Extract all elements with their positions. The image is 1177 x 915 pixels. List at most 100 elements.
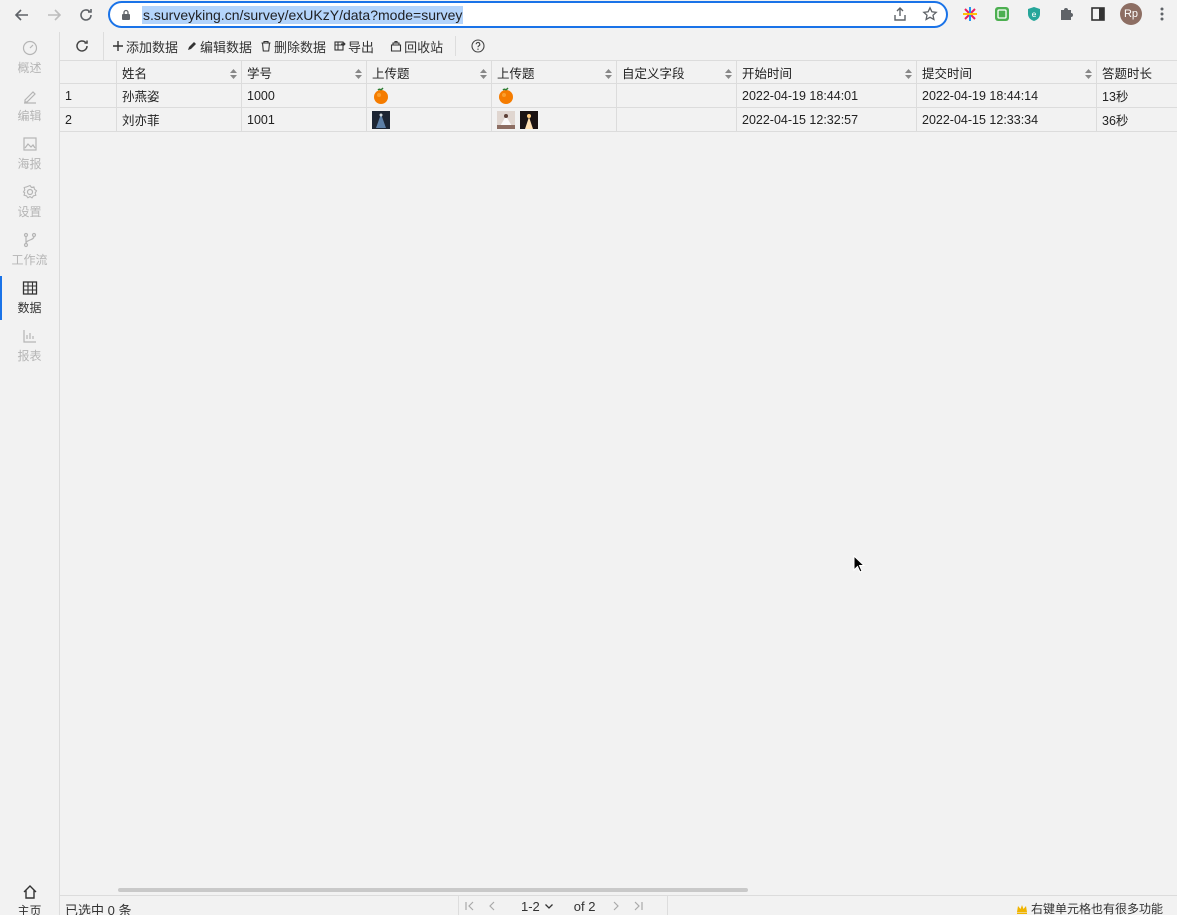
orange-thumbnail[interactable] [372,86,390,105]
cell-student-id[interactable]: 1000 [242,84,367,107]
star-icon[interactable] [922,6,938,22]
context-menu-tip: 右键单元格也有很多功能 [1016,900,1163,915]
tip-text: 右键单元格也有很多功能 [1030,902,1163,915]
last-page-button[interactable] [627,901,649,911]
cell-start-time[interactable]: 2022-04-19 18:44:01 [737,84,917,107]
plus-icon [113,41,123,51]
cell-name[interactable]: 刘亦菲 [117,108,242,131]
table-row[interactable]: 1 孙燕姿 1000 2022-04-19 18:44:01 2022-04-1… [60,84,1177,108]
sidebar-item-settings[interactable]: 设置 [0,180,59,224]
cell-start-time[interactable]: 2022-04-15 12:32:57 [737,108,917,131]
export-button[interactable]: 导出 [334,37,374,56]
pencil-icon [188,42,197,50]
cell-upload-2[interactable] [492,84,617,107]
table-icon [22,281,37,295]
header-upload-2[interactable]: 上传题 [492,61,617,83]
address-bar[interactable]: s.surveyking.cn/survey/exUKzY/data?mode=… [108,1,948,28]
green-extension-icon[interactable] [992,4,1012,24]
header-name[interactable]: 姓名 [117,61,242,83]
sort-icon[interactable] [1085,69,1092,79]
photo-thumbnail[interactable] [520,110,538,129]
sort-icon[interactable] [230,69,237,79]
sort-icon[interactable] [355,69,362,79]
chevron-right-icon [614,901,620,911]
sidepanel-icon[interactable] [1088,4,1108,24]
header-label: 自定义字段 [622,66,685,81]
home-icon [23,885,36,899]
image-icon [22,137,37,151]
recycle-bin-button[interactable]: 回收站 [390,37,443,56]
colorful-extension-icon[interactable] [960,4,980,24]
browser-toolbar: s.surveyking.cn/survey/exUKzY/data?mode=… [0,0,1177,30]
share-icon[interactable] [892,6,908,22]
row-index[interactable]: 2 [60,108,117,131]
cell-duration[interactable]: 36秒 [1097,108,1177,131]
header-index[interactable] [60,61,117,83]
header-student-id[interactable]: 学号 [242,61,367,83]
last-page-icon [635,901,644,911]
sidebar-item-overview[interactable]: 概述 [0,36,59,80]
cell-upload-1[interactable] [367,84,492,107]
refresh-button[interactable] [60,32,104,60]
sidebar-item-report[interactable]: 报表 [0,324,59,368]
header-upload-1[interactable]: 上传题 [367,61,492,83]
puzzle-icon[interactable] [1056,4,1076,24]
shield-extension-icon[interactable]: e [1024,4,1044,24]
cell-submit-time[interactable]: 2022-04-19 18:44:14 [917,84,1097,107]
photo-thumbnail[interactable] [372,110,390,129]
data-grid: 姓名 学号 上传题 上传题 自定义字段 开始时间 提交时间 答题时长 1 孙燕姿… [60,60,1177,132]
sort-icon[interactable] [905,69,912,79]
cell-upload-2[interactable] [492,108,617,131]
cell-upload-1[interactable] [367,108,492,131]
table-row[interactable]: 2 刘亦菲 1001 2022-04-15 12:32:57 2022-04-1… [60,108,1177,132]
help-button[interactable] [456,39,500,53]
back-icon[interactable] [10,3,34,27]
sort-icon[interactable] [605,69,612,79]
sidebar-item-poster[interactable]: 海报 [0,132,59,176]
first-page-button[interactable] [459,901,481,911]
prev-page-button[interactable] [481,901,503,911]
row-index[interactable]: 1 [60,84,117,107]
header-row: 姓名 学号 上传题 上传题 自定义字段 开始时间 提交时间 答题时长 [60,60,1177,84]
orange-thumbnail[interactable] [497,86,515,105]
url-text[interactable]: s.surveyking.cn/survey/exUKzY/data?mode=… [142,5,464,24]
cell-name[interactable]: 孙燕姿 [117,84,242,107]
next-page-button[interactable] [605,901,627,911]
header-duration[interactable]: 答题时长 [1097,61,1177,83]
page-total: of 2 [573,898,596,914]
delete-data-label: 删除数据 [274,39,327,55]
svg-text:e: e [1032,10,1037,19]
trash-icon [261,40,271,52]
cell-student-id[interactable]: 1001 [242,108,367,131]
profile-avatar[interactable]: Rp [1120,3,1142,25]
cell-submit-time[interactable]: 2022-04-15 12:33:34 [917,108,1097,131]
add-data-button[interactable]: 添加数据 [112,37,178,56]
branch-icon [23,232,36,248]
recycle-bin-icon [391,40,402,52]
cell-duration[interactable]: 13秒 [1097,84,1177,107]
edit-data-button[interactable]: 编辑数据 [186,37,252,56]
delete-data-button[interactable]: 删除数据 [260,37,326,56]
left-sidebar: 概述 编辑 海报 设置 工作流 数据 报表 主页 [0,32,60,915]
header-start-time[interactable]: 开始时间 [737,61,917,83]
horizontal-scrollbar[interactable] [118,888,748,892]
sidebar-item-data[interactable]: 数据 [0,276,59,320]
sort-icon[interactable] [725,69,732,79]
bar-chart-icon [22,330,36,343]
sidebar-item-home[interactable]: 主页 [0,884,59,915]
sort-icon[interactable] [480,69,487,79]
menu-kebab-icon[interactable] [1152,4,1172,24]
photo-thumbnail[interactable] [497,110,515,129]
reload-icon[interactable] [74,3,98,27]
header-submit-time[interactable]: 提交时间 [917,61,1097,83]
lock-icon [122,9,130,20]
page-range-select[interactable]: 1-2 [521,899,554,914]
header-label: 上传题 [497,66,535,81]
forward-icon[interactable] [42,3,66,27]
sidebar-item-edit[interactable]: 编辑 [0,84,59,128]
sidebar-item-workflow[interactable]: 工作流 [0,228,59,272]
cell-custom-field[interactable] [617,84,737,107]
edit-icon [23,91,36,104]
cell-custom-field[interactable] [617,108,737,131]
header-custom-field[interactable]: 自定义字段 [617,61,737,83]
